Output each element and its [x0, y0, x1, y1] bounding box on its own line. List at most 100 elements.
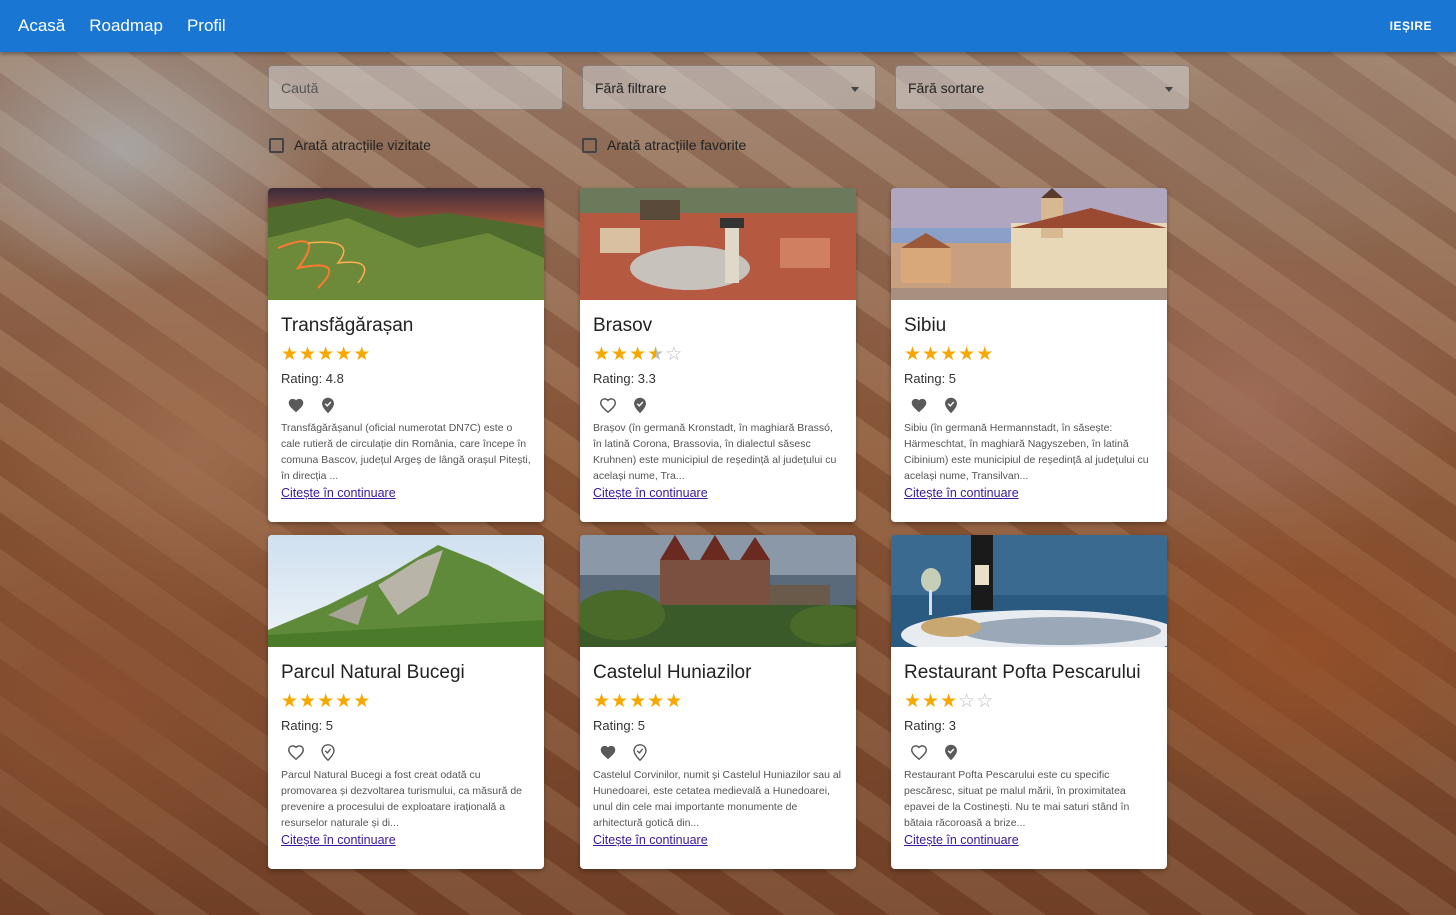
search-field[interactable] — [268, 65, 563, 110]
attraction-description: Brașov (în germană Kronstadt, în maghiar… — [593, 422, 837, 482]
attraction-title: Restaurant Pofta Pescarului — [904, 662, 1141, 683]
search-input[interactable] — [281, 79, 550, 96]
rating-star-icon: ★ — [353, 344, 372, 365]
rating-star-icon: ★ — [940, 691, 959, 712]
rating-text: Rating: 5 — [593, 718, 646, 733]
rating-star-icon: ★ — [335, 344, 354, 365]
favorites-checkbox-label: Arată atracțiile favorite — [607, 137, 747, 153]
rating-star-icon: ★ — [317, 691, 336, 712]
attraction-image[interactable] — [580, 188, 856, 300]
rating-star-icon: ★ — [299, 344, 318, 365]
rating-text: Rating: 3 — [904, 718, 957, 733]
attraction-title: Transfăgărașan — [281, 315, 414, 336]
read-more-link[interactable]: Citește în continuare — [281, 486, 396, 500]
attraction-description: Sibiu (în germană Hermannstadt, în săseș… — [904, 422, 1149, 482]
dropdown-arrow-icon — [851, 87, 859, 92]
rating-star-icon: ★ — [353, 691, 372, 712]
visited-pin-outline-icon[interactable] — [629, 742, 651, 762]
attraction-description: Restaurant Pofta Pescarului este cu spec… — [904, 769, 1130, 829]
rating-star-icon: ★ — [665, 691, 684, 712]
rating-star-icon: ★ — [281, 691, 300, 712]
attraction-image[interactable] — [891, 535, 1167, 647]
logout-button[interactable]: IEȘIRE — [1390, 19, 1432, 33]
rating-star-icon: ★ — [940, 344, 959, 365]
attraction-image[interactable] — [580, 535, 856, 647]
favorites-checkbox-row[interactable]: Arată atracțiile favorite — [582, 137, 746, 153]
dropdown-arrow-icon — [1165, 87, 1173, 92]
filter-select[interactable]: Fără filtrare — [582, 65, 876, 110]
visited-checkbox[interactable] — [269, 137, 284, 153]
attraction-card[interactable]: Parcul Natural Bucegi ★★★★★ Rating: 5 Pa… — [268, 535, 544, 869]
attraction-description: Castelul Corvinilor, numit și Castelul H… — [593, 769, 842, 829]
star-rating: ★★★★★ — [281, 691, 531, 713]
filter-select-value: Fără filtrare — [595, 79, 667, 96]
rating-star-icon: ★ — [976, 344, 995, 365]
rating-text: Rating: 5 — [904, 371, 957, 386]
visited-pin-outline-icon[interactable] — [317, 742, 339, 762]
attraction-card[interactable]: Castelul Huniazilor ★★★★★ Rating: 5 Cast… — [580, 535, 856, 869]
attraction-image[interactable] — [891, 188, 1167, 300]
app-bar: Acasă Roadmap Profil IEȘIRE — [0, 0, 1456, 52]
attraction-title: Castelul Huniazilor — [593, 662, 752, 683]
visited-checkbox-row[interactable]: Arată atracțiile vizitate — [269, 137, 431, 153]
rating-star-icon: ★ — [647, 691, 666, 712]
nav-home-link[interactable]: Acasă — [18, 16, 65, 36]
visited-pin-filled-icon[interactable] — [317, 395, 339, 415]
attraction-card[interactable]: Brasov ★★★★☆ Rating: 3.3 Brașov (în germ… — [580, 188, 856, 522]
rating-star-icon: ☆ — [976, 691, 995, 712]
rating-star-icon: ★ — [281, 344, 300, 365]
attraction-card[interactable]: Restaurant Pofta Pescarului ★★★☆☆ Rating… — [891, 535, 1167, 869]
attraction-description: Parcul Natural Bucegi a fost creat odată… — [281, 769, 523, 829]
visited-pin-filled-icon[interactable] — [629, 395, 651, 415]
read-more-link[interactable]: Citește în continuare — [593, 486, 708, 500]
rating-star-icon: ★ — [904, 691, 923, 712]
star-rating: ★★★★★ — [593, 691, 843, 713]
heart-outline-icon[interactable] — [285, 742, 307, 762]
rating-star-icon: ☆ — [665, 344, 684, 365]
star-rating: ★★★☆☆ — [904, 691, 1154, 713]
heart-filled-icon[interactable] — [285, 395, 307, 415]
star-rating: ★★★★☆ — [593, 344, 843, 366]
attraction-image[interactable] — [268, 188, 544, 300]
rating-star-icon: ★ — [922, 344, 941, 365]
rating-star-icon: ★ — [629, 344, 648, 365]
attraction-card[interactable]: Sibiu ★★★★★ Rating: 5 Sibiu (în germană … — [891, 188, 1167, 522]
rating-star-icon: ★ — [904, 344, 923, 365]
heart-filled-icon[interactable] — [908, 395, 930, 415]
sort-select-value: Fără sortare — [908, 79, 985, 96]
read-more-link[interactable]: Citește în continuare — [281, 833, 396, 847]
nav-profile-link[interactable]: Profil — [187, 16, 226, 36]
visited-checkbox-label: Arată atracțiile vizitate — [294, 137, 431, 153]
rating-star-icon: ★ — [317, 344, 336, 365]
rating-star-icon: ★ — [611, 691, 630, 712]
rating-text: Rating: 3.3 — [593, 371, 656, 386]
visited-pin-filled-icon[interactable] — [940, 395, 962, 415]
read-more-link[interactable]: Citește în continuare — [904, 833, 1019, 847]
rating-star-icon: ★ — [299, 691, 318, 712]
rating-star-icon: ★ — [629, 691, 648, 712]
heart-outline-icon[interactable] — [597, 395, 619, 415]
star-rating: ★★★★★ — [281, 344, 531, 366]
favorites-checkbox[interactable] — [582, 137, 597, 153]
rating-star-icon: ★ — [335, 691, 354, 712]
attraction-card[interactable]: Transfăgărașan ★★★★★ Rating: 4.8 Transfă… — [268, 188, 544, 522]
heart-outline-icon[interactable] — [908, 742, 930, 762]
rating-text: Rating: 5 — [281, 718, 334, 733]
attraction-title: Parcul Natural Bucegi — [281, 662, 465, 683]
rating-star-icon: ★ — [647, 344, 666, 365]
attraction-title: Sibiu — [904, 315, 947, 336]
attraction-title: Brasov — [593, 315, 653, 336]
rating-star-icon: ★ — [958, 344, 977, 365]
read-more-link[interactable]: Citește în continuare — [904, 486, 1019, 500]
attraction-description: Transfăgărășanul (oficial numerotat DN7C… — [281, 422, 531, 482]
visited-pin-filled-icon[interactable] — [940, 742, 962, 762]
rating-star-icon: ★ — [593, 344, 612, 365]
sort-select[interactable]: Fără sortare — [895, 65, 1190, 110]
star-rating: ★★★★★ — [904, 344, 1154, 366]
heart-filled-icon[interactable] — [597, 742, 619, 762]
rating-star-icon: ★ — [611, 344, 630, 365]
nav-roadmap-link[interactable]: Roadmap — [89, 16, 163, 36]
rating-star-icon: ★ — [922, 691, 941, 712]
attraction-image[interactable] — [268, 535, 544, 647]
read-more-link[interactable]: Citește în continuare — [593, 833, 708, 847]
